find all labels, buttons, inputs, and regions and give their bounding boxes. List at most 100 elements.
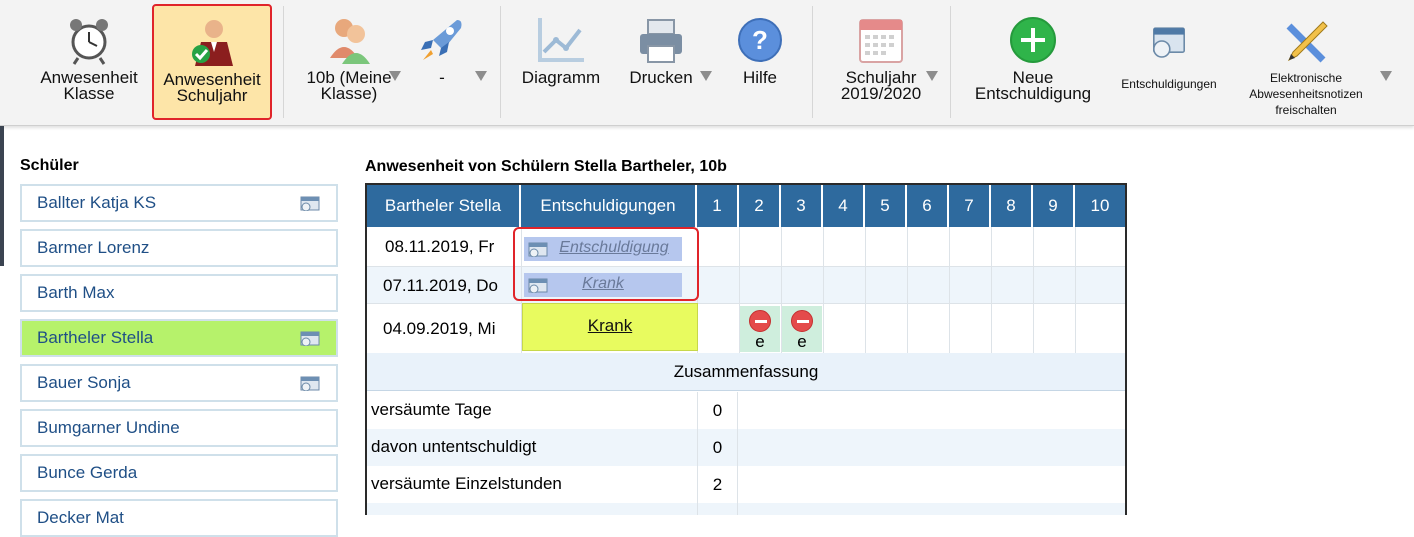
grid-line <box>823 227 824 353</box>
school-year-button[interactable]: Schuljahr 2019/2020 <box>826 4 936 120</box>
student-name: Bunce Gerda <box>37 463 138 482</box>
school-year-label: Schuljahr 2019/2020 <box>840 68 922 103</box>
toolbar-separator <box>283 6 284 118</box>
students-heading: Schüler <box>20 157 79 174</box>
new-excuse-label: Neue Entschuldigung <box>974 68 1092 103</box>
absence-mark: e <box>797 332 807 351</box>
absence-cell[interactable]: e <box>740 306 780 352</box>
column-header-period: 4 <box>823 185 865 227</box>
column-header-excuses: Entschuldigungen <box>521 185 697 227</box>
summary-label: davon untentschuldigt <box>371 437 537 456</box>
student-name: Ballter Katja KS <box>37 193 157 212</box>
toolbar: Anwesenheit Klasse Anwesenheit Schuljahr… <box>0 0 1414 126</box>
summary-row: davon untentschuldigt 0 <box>367 429 1125 466</box>
page-title: Anwesenheit von Schülern Stella Barthele… <box>365 158 727 175</box>
rocket-icon <box>421 20 462 60</box>
student-name: Bauer Sonja <box>37 373 131 392</box>
dash-select-label: - <box>439 68 445 87</box>
date-cell: 04.09.2019, Mi <box>383 319 496 338</box>
svg-text:?: ? <box>752 25 768 55</box>
student-item[interactable]: Decker Mat <box>20 499 338 537</box>
column-header-period: 5 <box>865 185 907 227</box>
summary-value <box>697 503 738 515</box>
student-item-selected[interactable]: Bartheler Stella <box>20 319 338 357</box>
class-dropdown-arrow-icon[interactable] <box>389 71 401 81</box>
grid-line <box>991 227 992 353</box>
student-name: Barth Max <box>37 283 115 302</box>
excuses-label: Entschuldigungen <box>1121 77 1217 91</box>
attendance-year-label: Anwesenheit Schuljahr <box>163 70 261 105</box>
student-name: Decker Mat <box>37 508 124 527</box>
print-dropdown-arrow-icon[interactable] <box>700 71 712 81</box>
diagram-button[interactable]: Diagramm <box>514 4 608 120</box>
excuse-calendar-icon <box>300 196 320 211</box>
print-label: Drucken <box>629 68 693 87</box>
column-header-student: Bartheler Stella <box>367 185 521 227</box>
summary-heading: Zusammenfassung <box>367 353 1125 391</box>
date-cell: 08.11.2019, Fr <box>385 237 495 256</box>
absence-cell[interactable]: e <box>782 306 822 352</box>
column-header-period: 10 <box>1075 185 1125 227</box>
student-item[interactable]: Bumgarner Undine <box>20 409 338 447</box>
date-cell: 07.11.2019, Do <box>383 276 498 295</box>
summary-value: 0 <box>697 392 738 429</box>
student-item[interactable]: Barmer Lorenz <box>20 229 338 267</box>
summary-label: versäumte Tage <box>371 400 492 419</box>
column-header-period: 3 <box>781 185 823 227</box>
new-excuse-button[interactable]: Neue Entschuldigung <box>966 4 1100 120</box>
grid-line <box>907 227 908 353</box>
toolbar-separator <box>950 6 951 118</box>
student-name: Bartheler Stella <box>37 328 154 347</box>
toolbar-separator <box>812 6 813 118</box>
grid-line <box>1075 227 1076 353</box>
diagram-label: Diagramm <box>521 68 601 87</box>
summary-row <box>367 503 1125 515</box>
column-header-period: 8 <box>991 185 1033 227</box>
student-item[interactable]: Bauer Sonja <box>20 364 338 402</box>
help-label: Hilfe <box>742 68 777 87</box>
minus-circle-icon <box>791 310 813 332</box>
dash-dropdown-arrow-icon[interactable] <box>475 71 487 81</box>
student-name: Bumgarner Undine <box>37 418 180 437</box>
alarm-clock-icon <box>70 19 108 65</box>
highlight-outline <box>513 227 699 301</box>
summary-row: versäumte Einzelstunden 2 <box>367 466 1125 503</box>
summary-row: versäumte Tage 0 <box>367 392 1125 429</box>
dash-select-button[interactable]: - <box>414 4 470 120</box>
attendance-year-button[interactable]: Anwesenheit Schuljahr <box>152 4 272 120</box>
user-check-icon <box>192 20 233 66</box>
krank-link[interactable]: Krank <box>522 303 698 351</box>
electronic-notes-button[interactable]: Elektronische Abwesenheitsnotizen freisc… <box>1236 4 1376 120</box>
column-header-period: 6 <box>907 185 949 227</box>
excuse-calendar-icon <box>300 331 320 346</box>
print-button[interactable]: Drucken <box>620 4 702 120</box>
summary-value: 0 <box>697 429 738 466</box>
student-item[interactable]: Barth Max <box>20 274 338 312</box>
minus-circle-icon <box>749 310 771 332</box>
electronic-notes-label: Elektronische Abwesenheitsnotizen freisc… <box>1249 71 1363 117</box>
attendance-table: Bartheler Stella Entschuldigungen 1 2 3 … <box>365 183 1127 515</box>
user-group-icon <box>330 19 370 64</box>
help-button[interactable]: ? Hilfe <box>728 4 792 120</box>
student-item[interactable]: Ballter Katja KS <box>20 184 338 222</box>
help-icon: ? <box>738 18 782 62</box>
column-header-period: 7 <box>949 185 991 227</box>
grid-line <box>1033 227 1034 353</box>
calendar-icon <box>859 19 903 63</box>
plus-circle-icon <box>1010 17 1056 63</box>
grid-line <box>865 227 866 353</box>
grid-line <box>949 227 950 353</box>
student-name: Barmer Lorenz <box>37 238 150 257</box>
class-select-button[interactable]: 10b (Meine Klasse) <box>296 4 402 120</box>
summary-value: 2 <box>697 466 738 503</box>
column-header-period: 9 <box>1033 185 1075 227</box>
excuse-calendar-icon <box>1153 27 1185 58</box>
column-header-period: 2 <box>739 185 781 227</box>
excuses-button[interactable]: Entschuldigungen <box>1106 4 1232 120</box>
student-item[interactable]: Bunce Gerda <box>20 454 338 492</box>
pencil-ruler-icon <box>1286 21 1328 63</box>
attendance-class-button[interactable]: Anwesenheit Klasse <box>34 4 144 120</box>
left-edge-bar <box>0 126 4 266</box>
school-year-dropdown-arrow-icon[interactable] <box>926 71 938 81</box>
more-dropdown-arrow-icon[interactable] <box>1380 71 1392 81</box>
